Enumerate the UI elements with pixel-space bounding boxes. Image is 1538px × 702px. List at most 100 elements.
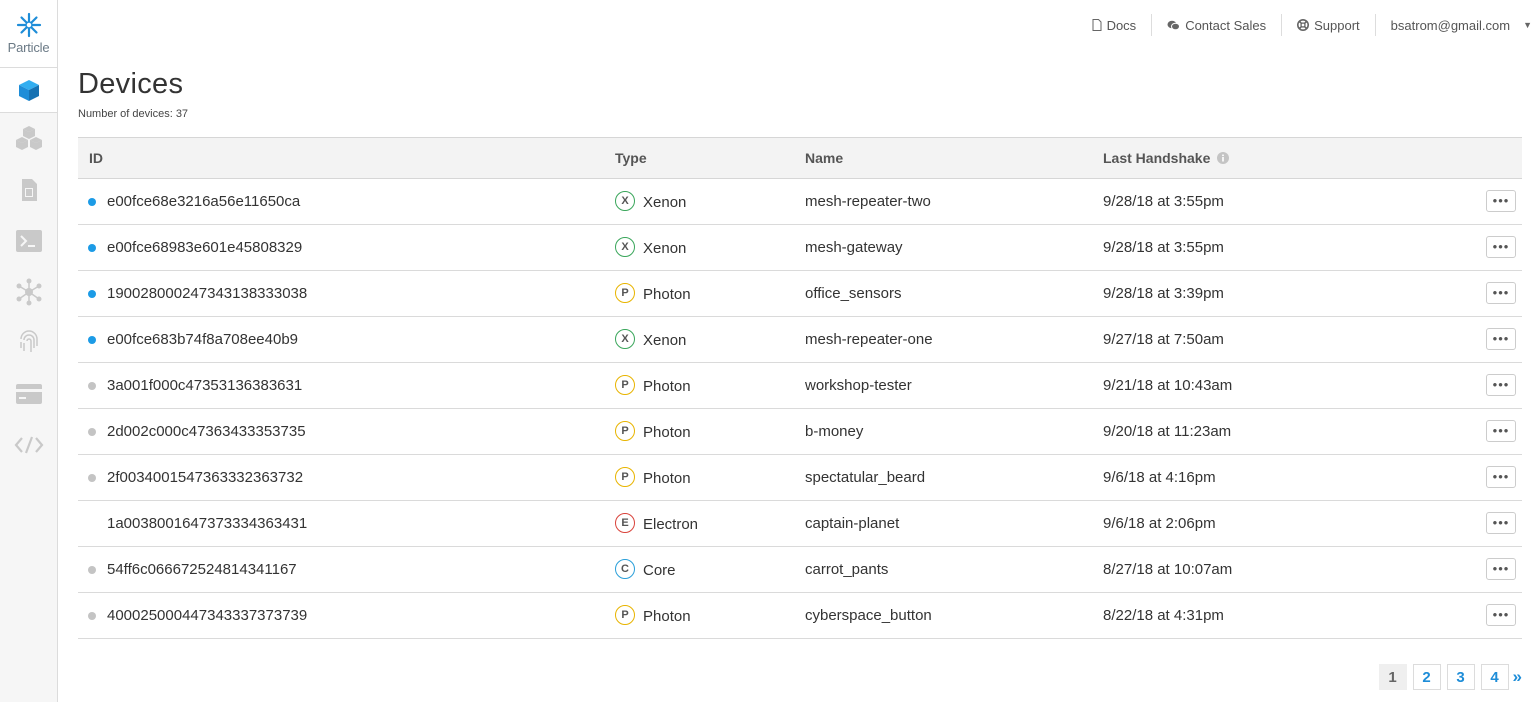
sidebar-item-devices[interactable] <box>0 68 57 113</box>
table-body: e00fce68e3216a56e11650ca X Xenon mesh-repea… <box>78 179 1522 639</box>
device-name[interactable]: mesh-gateway <box>805 239 903 256</box>
status-dot-online <box>88 198 96 206</box>
particle-logo[interactable]: Particle <box>0 0 57 68</box>
next-page-button[interactable]: » <box>1513 667 1522 687</box>
device-name[interactable]: mesh-repeater-one <box>805 331 933 348</box>
table-row[interactable]: 54ff6c066672524814341167 C Core carrot_pant… <box>78 547 1522 593</box>
sidebar-item-products[interactable] <box>0 113 57 164</box>
device-name[interactable]: b-money <box>805 423 863 440</box>
device-type: E Electron <box>615 513 699 535</box>
chat-bubbles-icon <box>1167 20 1181 30</box>
sim-card-icon <box>21 178 37 201</box>
status-dot-offline <box>88 382 96 390</box>
page-title: Devices <box>78 68 184 100</box>
user-menu[interactable]: bsatrom@gmail.com ▼ <box>1376 14 1538 36</box>
table-row[interactable]: 1a0038001647373334363431 E Electron captain… <box>78 501 1522 547</box>
table-row[interactable]: 2d002c000c47363433353735 P Photon b-money 9/… <box>78 409 1522 455</box>
device-type-label: Xenon <box>643 193 687 211</box>
sidebar-item-integrations[interactable] <box>0 266 57 317</box>
sidebar-item-billing[interactable] <box>0 368 57 419</box>
column-header-name[interactable]: Name <box>805 150 843 166</box>
device-type-label: Xenon <box>643 239 687 257</box>
platform-badge-icon: P <box>615 375 635 395</box>
device-name[interactable]: captain-planet <box>805 515 899 532</box>
sidebar-item-sim-cards[interactable] <box>0 164 57 215</box>
column-header-type[interactable]: Type <box>615 150 647 166</box>
device-type: C Core <box>615 559 676 581</box>
row-actions-button[interactable]: ••• <box>1486 374 1516 396</box>
device-id[interactable]: e00fce68983e601e45808329 <box>107 239 302 256</box>
info-icon[interactable] <box>1217 152 1230 164</box>
devices-table: ID Type Name Last Handshake e00fce68e321… <box>78 137 1522 639</box>
status-dot-offline <box>88 612 96 620</box>
row-actions-button[interactable]: ••• <box>1486 604 1516 626</box>
row-actions-button[interactable]: ••• <box>1486 190 1516 212</box>
row-actions-button[interactable]: ••• <box>1486 328 1516 350</box>
top-navigation: Docs Contact Sales Support bsatrom@gmail… <box>1077 14 1538 36</box>
cubes-icon <box>15 125 42 150</box>
table-row[interactable]: e00fce683b74f8a708ee40b9 X Xenon mesh-repea… <box>78 317 1522 363</box>
table-row[interactable]: 190028000247343138333038 P Photon office_se… <box>78 271 1522 317</box>
device-id[interactable]: e00fce683b74f8a708ee40b9 <box>107 331 298 348</box>
device-type: P Photon <box>615 467 691 489</box>
device-name[interactable]: cyberspace_button <box>805 607 932 624</box>
platform-badge-icon: P <box>615 421 635 441</box>
column-header-last-handshake[interactable]: Last Handshake <box>1103 150 1230 166</box>
table-row[interactable]: e00fce68983e601e45808329 X Xenon mesh-gatew… <box>78 225 1522 271</box>
row-actions-button[interactable]: ••• <box>1486 236 1516 258</box>
row-actions-button[interactable]: ••• <box>1486 466 1516 488</box>
page-1-button[interactable]: 1 <box>1378 664 1407 690</box>
last-handshake-label: Last Handshake <box>1103 150 1211 166</box>
device-type: P Photon <box>615 375 691 397</box>
credit-card-icon <box>15 383 42 404</box>
row-actions-button[interactable]: ••• <box>1486 512 1516 534</box>
docs-link[interactable]: Docs <box>1077 14 1153 36</box>
device-id[interactable]: e00fce68e3216a56e11650ca <box>107 193 300 210</box>
device-name[interactable]: workshop-tester <box>805 377 912 394</box>
column-header-id[interactable]: ID <box>89 150 103 166</box>
device-id[interactable]: 190028000247343138333038 <box>107 285 307 302</box>
caret-down-icon: ▼ <box>1523 20 1532 30</box>
status-dot-offline <box>88 566 96 574</box>
device-id[interactable]: 400025000447343337373739 <box>107 607 307 624</box>
device-name[interactable]: spectatular_beard <box>805 469 925 486</box>
device-name[interactable]: mesh-repeater-two <box>805 193 931 210</box>
table-row[interactable]: 3a001f000c47353136383631 P Photon workshop-… <box>78 363 1522 409</box>
device-name[interactable]: office_sensors <box>805 285 901 302</box>
particle-star-icon <box>16 12 41 38</box>
sidebar-item-console[interactable] <box>0 215 57 266</box>
table-row[interactable]: 400025000447343337373739 P Photon cyberspac… <box>78 593 1522 639</box>
device-type-label: Electron <box>643 515 699 533</box>
page-2-button[interactable]: 2 <box>1412 664 1441 690</box>
device-id[interactable]: 1a0038001647373334363431 <box>107 515 307 532</box>
device-id[interactable]: 3a001f000c47353136383631 <box>107 377 302 394</box>
last-handshake: 9/6/18 at 4:16pm <box>1103 469 1216 486</box>
platform-badge-icon: X <box>615 329 635 349</box>
row-actions-button[interactable]: ••• <box>1486 558 1516 580</box>
device-id[interactable]: 54ff6c066672524814341167 <box>107 561 297 578</box>
page-3-button[interactable]: 3 <box>1446 664 1475 690</box>
sidebar-item-developer[interactable] <box>0 419 57 470</box>
support-link[interactable]: Support <box>1282 14 1376 36</box>
platform-badge-icon: X <box>615 191 635 211</box>
sidebar: Particle <box>0 0 58 702</box>
sidebar-item-authentication[interactable] <box>0 317 57 368</box>
row-actions-button[interactable]: ••• <box>1486 420 1516 442</box>
fingerprint-icon <box>19 329 38 352</box>
row-actions-button[interactable]: ••• <box>1486 282 1516 304</box>
contact-sales-link[interactable]: Contact Sales <box>1152 14 1283 36</box>
device-name[interactable]: carrot_pants <box>805 561 888 578</box>
network-icon <box>16 278 41 305</box>
page-4-button[interactable]: 4 <box>1480 664 1509 690</box>
table-row[interactable]: 2f0034001547363332363732 P Photon spectatul… <box>78 455 1522 501</box>
device-id[interactable]: 2f0034001547363332363732 <box>107 469 303 486</box>
table-row[interactable]: e00fce68e3216a56e11650ca X Xenon mesh-repea… <box>78 179 1522 225</box>
device-type-label: Photon <box>643 423 691 441</box>
code-icon <box>14 436 43 453</box>
status-dot-offline <box>88 474 96 482</box>
support-link-label: Support <box>1314 17 1360 33</box>
device-type: X Xenon <box>615 191 687 213</box>
device-type: P Photon <box>615 283 691 305</box>
platform-badge-icon: E <box>615 513 635 533</box>
device-id[interactable]: 2d002c000c47363433353735 <box>107 423 306 440</box>
